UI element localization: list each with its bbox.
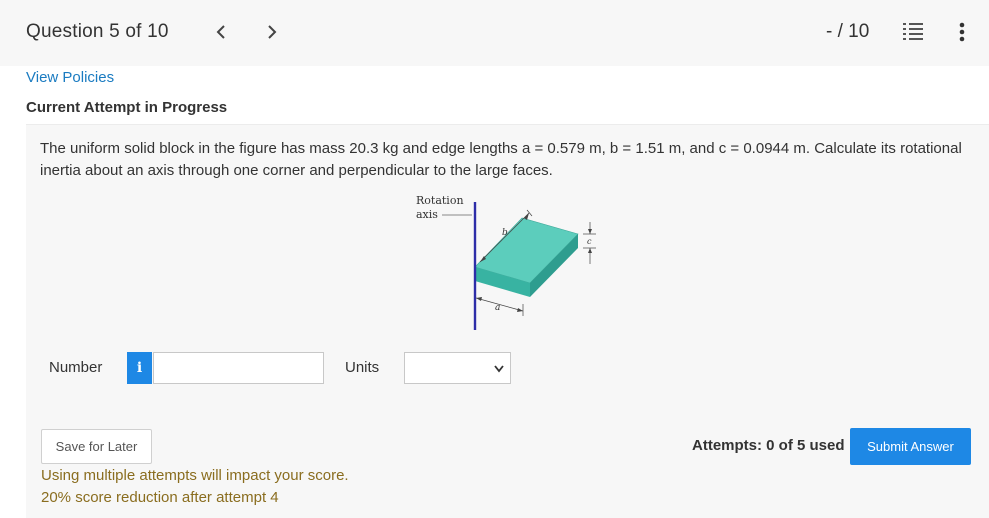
question-title: Question 5 of 10 [26,21,169,42]
question-header: Question 5 of 10 - / 10 [0,0,989,66]
problem-text: The uniform solid block in the figure ha… [40,140,962,179]
list-icon[interactable] [902,21,924,41]
next-question-button[interactable] [260,18,284,46]
label-b: b [502,228,508,238]
chevron-down-icon [494,365,504,373]
save-for-later-button[interactable]: Save for Later [41,429,152,464]
chevron-left-icon [216,25,225,39]
chevron-right-icon [268,25,277,39]
attempt-warning-line1: Using multiple attempts will impact your… [41,467,349,484]
more-vertical-icon[interactable] [953,20,971,44]
question-score: - / 10 [826,21,870,42]
attempts-counter: Attempts: 0 of 5 used [692,437,845,454]
info-icon[interactable]: i [127,352,152,384]
submit-answer-button[interactable]: Submit Answer [850,428,971,465]
previous-question-button[interactable] [209,18,233,46]
axis-label-axis: axis [416,208,438,221]
attempt-warning-line2: 20% score reduction after attempt 4 [41,489,279,506]
view-policies-link[interactable]: View Policies [26,69,114,86]
block-figure: Rotation axis b a c [416,194,596,330]
label-a: a [495,303,500,313]
number-input[interactable] [153,352,324,384]
attempt-heading: Current Attempt in Progress [26,99,228,116]
units-label: Units [345,359,380,376]
units-select[interactable] [404,352,511,384]
number-label: Number [49,359,103,376]
axis-label-rotation: Rotation [416,194,464,207]
label-c: c [587,237,592,246]
